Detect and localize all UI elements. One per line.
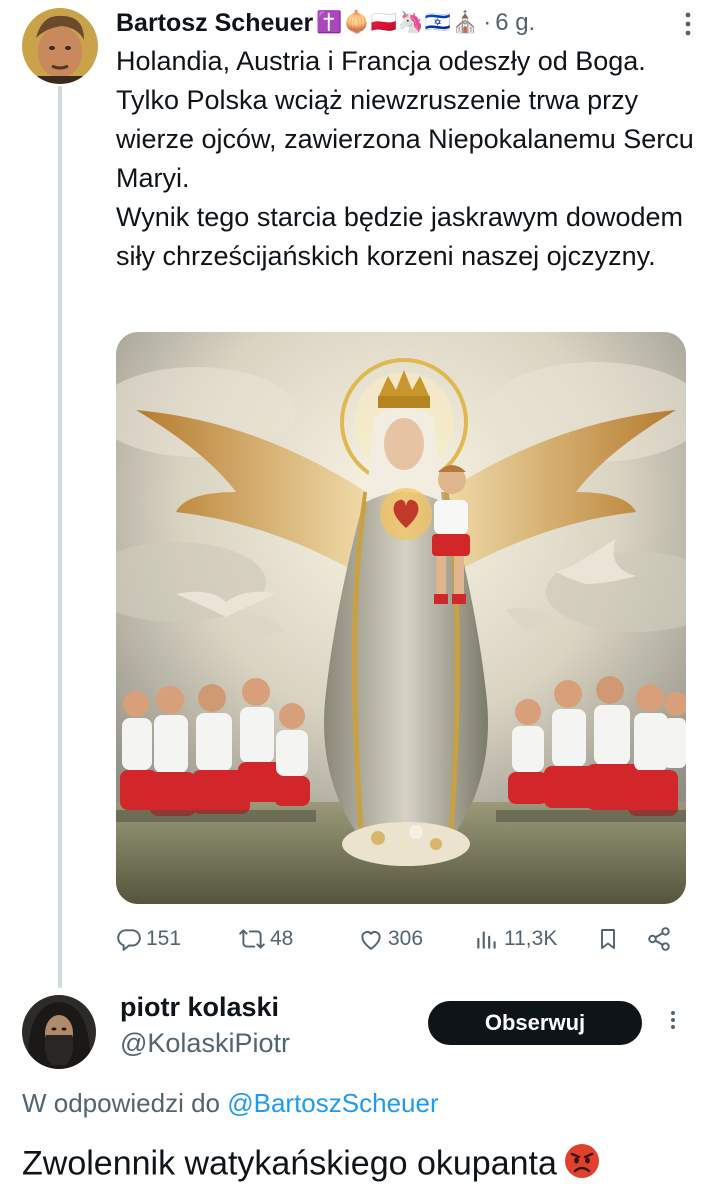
reply-author-avatar[interactable] [22, 995, 96, 1069]
reply-author-handle[interactable]: @KolaskiPiotr [120, 1028, 290, 1059]
views-action[interactable]: 11,3K [474, 926, 557, 952]
in-reply-to: W odpowiedzi do @BartoszScheuer [22, 1088, 439, 1119]
repost-icon [238, 926, 266, 952]
reply-text: Zwolennik watykańskiego okupanta [22, 1144, 557, 1183]
share-icon [646, 926, 672, 952]
more-options-icon[interactable] [685, 12, 691, 36]
reply-text-container: Zwolennik watykańskiego okupanta [22, 1142, 601, 1189]
view-count: 11,3K [504, 927, 558, 950]
tweet-text: Holandia, Austria i Francja odeszły od B… [116, 46, 694, 271]
reply-author-name[interactable]: piotr kolaski [120, 992, 279, 1023]
tweet-header: Bartosz Scheuer ✝️🧅🇵🇱🦄🇮🇱⛪ · 6 g. [116, 6, 701, 40]
follow-button[interactable]: Obserwuj [428, 1001, 642, 1045]
like-count: 306 [388, 927, 424, 950]
separator-dot: · [483, 9, 492, 36]
reply-count: 151 [146, 927, 182, 950]
repost-count: 48 [270, 927, 294, 950]
like-action[interactable]: 306 [358, 926, 423, 952]
reply-action[interactable]: 151 [116, 926, 181, 952]
author-name[interactable]: Bartosz Scheuer [116, 9, 313, 38]
repost-action[interactable]: 48 [238, 926, 293, 952]
reply-more-options-icon[interactable] [668, 1008, 678, 1032]
author-avatar[interactable] [22, 8, 98, 84]
tweet-action-bar: 151 48 306 11,3K [116, 922, 681, 956]
name-emojis: ✝️🧅🇵🇱🦄🇮🇱⛪ [316, 11, 480, 34]
bookmark-button[interactable] [596, 926, 620, 952]
tweet-media-image[interactable] [116, 332, 686, 904]
tweet-time[interactable]: 6 g. [495, 9, 535, 37]
heart-icon [358, 926, 384, 952]
bar-chart-icon [474, 926, 500, 952]
angry-face-emoji-icon [563, 1142, 601, 1189]
in-reply-prefix: W odpowiedzi do [22, 1088, 220, 1118]
share-button[interactable] [646, 926, 672, 952]
in-reply-mention-link[interactable]: @BartoszScheuer [227, 1088, 438, 1118]
thread-connector-line [58, 86, 62, 988]
bookmark-icon [596, 926, 620, 952]
reply-icon [116, 926, 142, 952]
